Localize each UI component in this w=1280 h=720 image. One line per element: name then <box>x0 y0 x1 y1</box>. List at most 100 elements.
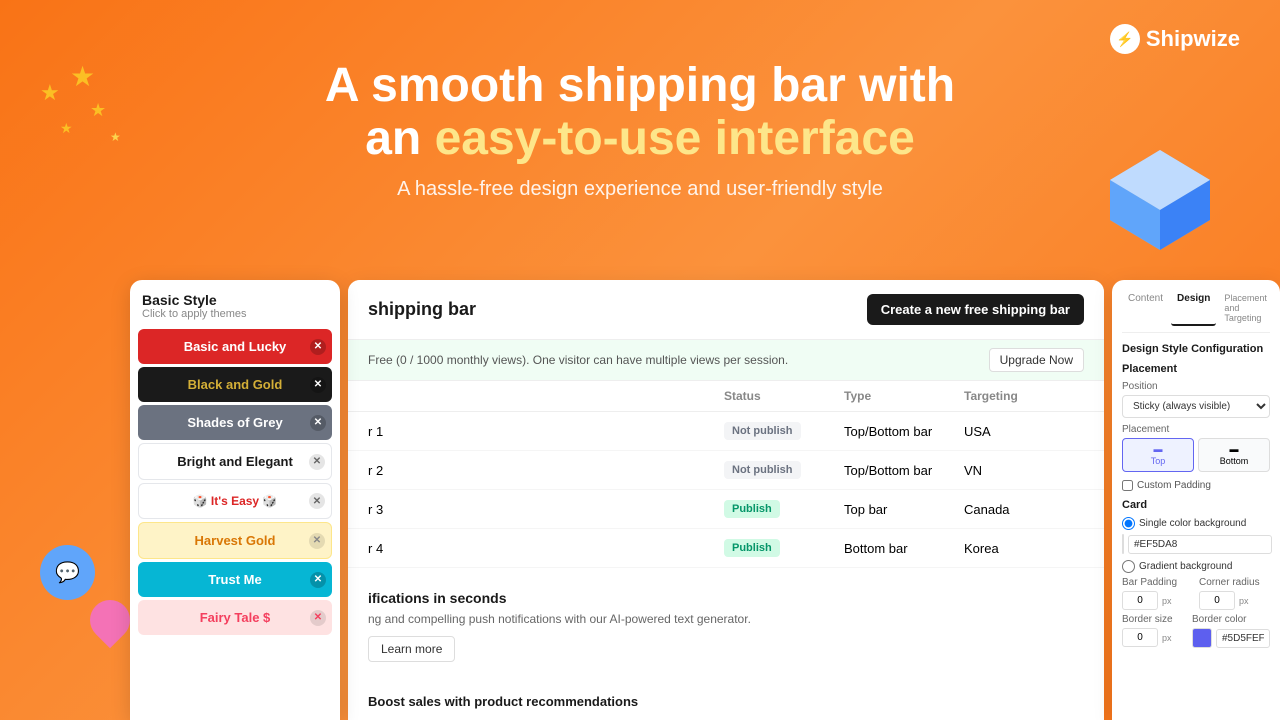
create-shipping-bar-button[interactable]: Create a new free shipping bar <box>867 294 1084 325</box>
theme-trust-me[interactable]: Trust Me ✕ <box>138 562 332 597</box>
color-hex-input[interactable] <box>1128 535 1272 554</box>
row4-status: Publish <box>724 539 844 557</box>
single-color-row: Single color background <box>1122 517 1270 530</box>
row2-type: Top/Bottom bar <box>844 463 964 478</box>
info-section: ifications in seconds ng and compelling … <box>348 576 1104 676</box>
theme-basic-lucky-label: Basic and Lucky <box>184 339 287 354</box>
row4-type: Bottom bar <box>844 541 964 556</box>
table-row[interactable]: r 4 Publish Bottom bar Korea <box>348 529 1104 568</box>
theme-fairy-tale[interactable]: Fairy Tale $ ✕ <box>138 600 332 635</box>
table-row[interactable]: r 3 Publish Top bar Canada <box>348 490 1104 529</box>
corner-radius-unit: px <box>1239 596 1249 606</box>
row2-status: Not publish <box>724 461 844 479</box>
custom-padding-checkbox[interactable] <box>1122 480 1133 491</box>
placement-top-button[interactable]: ▬ Top <box>1122 438 1194 472</box>
theme-shades-grey[interactable]: Shades of Grey ✕ <box>138 405 332 440</box>
bar-padding-label: Bar Padding <box>1122 577 1193 588</box>
placement-bottom-button[interactable]: ▬ Bottom <box>1198 438 1270 472</box>
hero-title-accent: easy-to-use interface <box>435 112 915 165</box>
row3-type: Top bar <box>844 502 964 517</box>
single-color-radio[interactable] <box>1122 517 1135 530</box>
theme-bright-elegant-close[interactable]: ✕ <box>309 454 325 470</box>
dashboard: shipping bar Create a new free shipping … <box>348 280 1104 720</box>
table-area: Status Type Targeting r 1 Not publish To… <box>348 381 1104 720</box>
tab-placement[interactable]: Placement and Targeting <box>1218 290 1273 326</box>
hero-subtitle: A hassle-free design experience and user… <box>290 178 990 201</box>
placement-buttons: ▬ Top ▬ Bottom <box>1122 438 1270 472</box>
theme-bright-elegant-label: Bright and Elegant <box>177 454 293 469</box>
boost-sales-title: Boost sales with product recommendations <box>368 694 638 709</box>
row2-name: r 2 <box>368 463 724 478</box>
row3-targeting: Canada <box>964 502 1084 517</box>
theme-basic-lucky-close[interactable]: ✕ <box>310 339 326 355</box>
border-color-swatch[interactable] <box>1192 628 1212 648</box>
gradient-row: Gradient background <box>1122 560 1270 573</box>
logo-text: Shipwize <box>1146 26 1240 52</box>
col-status: Status <box>724 389 844 403</box>
theme-trust-me-label: Trust Me <box>208 572 261 587</box>
single-color-picker-row <box>1122 534 1270 554</box>
position-label: Position <box>1122 381 1270 392</box>
info-text: ng and compelling push notifications wit… <box>368 612 1084 626</box>
logo-icon: ⚡ <box>1110 24 1140 54</box>
bar-padding-input[interactable] <box>1122 591 1158 610</box>
corner-radius-input-row: px <box>1199 591 1270 610</box>
tab-content[interactable]: Content <box>1122 290 1169 326</box>
border-color-label: Border color <box>1192 614 1270 625</box>
learn-more-button[interactable]: Learn more <box>368 636 455 662</box>
table-row[interactable]: r 1 Not publish Top/Bottom bar USA <box>348 412 1104 451</box>
theme-black-gold-close[interactable]: ✕ <box>310 377 326 393</box>
style-panel-subtitle: Click to apply themes <box>142 308 328 320</box>
theme-harvest-gold[interactable]: Harvest Gold ✕ <box>138 522 332 559</box>
custom-padding-row: Custom Padding <box>1122 480 1270 491</box>
ui-area: Basic Style Click to apply themes Basic … <box>130 280 1280 720</box>
theme-harvest-gold-close[interactable]: ✕ <box>309 533 325 549</box>
row3-name: r 3 <box>368 502 724 517</box>
tab-design[interactable]: Design <box>1171 290 1216 326</box>
border-color-input[interactable] <box>1216 629 1270 648</box>
border-size-input[interactable] <box>1122 628 1158 647</box>
theme-bright-elegant[interactable]: Bright and Elegant ✕ <box>138 443 332 480</box>
corner-radius-input[interactable] <box>1199 591 1235 610</box>
bar-padding-unit: px <box>1162 596 1172 606</box>
theme-its-easy-close[interactable]: ✕ <box>309 493 325 509</box>
border-size-unit: px <box>1162 633 1172 643</box>
theme-its-easy[interactable]: 🎲 It's Easy 🎲 ✕ <box>138 483 332 519</box>
col-type: Type <box>844 389 964 403</box>
border-size-group: Border size px <box>1122 614 1186 654</box>
row1-name: r 1 <box>368 424 724 439</box>
row1-status: Not publish <box>724 422 844 440</box>
hero-title-part2: an <box>365 112 434 165</box>
gradient-radio[interactable] <box>1122 560 1135 573</box>
border-section: Border size px Border color <box>1122 614 1270 654</box>
placement-section-title: Placement <box>1122 363 1270 375</box>
theme-shades-grey-close[interactable]: ✕ <box>310 415 326 431</box>
corner-radius-group: Corner radius px <box>1199 577 1270 614</box>
theme-trust-me-close[interactable]: ✕ <box>310 572 326 588</box>
theme-fairy-tale-close[interactable]: ✕ <box>310 610 326 626</box>
theme-harvest-gold-label: Harvest Gold <box>195 533 276 548</box>
style-panel-title: Basic Style <box>142 292 328 308</box>
free-notice-bar: Free (0 / 1000 monthly views). One visit… <box>348 340 1104 381</box>
info-title: ifications in seconds <box>368 590 1084 606</box>
row1-targeting: USA <box>964 424 1084 439</box>
design-config-title: Design Style Configuration <box>1122 343 1270 355</box>
table-row[interactable]: r 2 Not publish Top/Bottom bar VN <box>348 451 1104 490</box>
style-panel-header: Basic Style Click to apply themes <box>130 292 340 326</box>
single-color-label: Single color background <box>1139 518 1246 529</box>
theme-black-gold-label: Black and Gold <box>188 377 283 392</box>
padding-radius-section: Bar Padding px Corner radius px <box>1122 577 1270 614</box>
bar-padding-group: Bar Padding px <box>1122 577 1193 614</box>
border-size-label: Border size <box>1122 614 1186 625</box>
panel-tabs: Content Design Placement and Targeting <box>1122 290 1270 333</box>
upgrade-button[interactable]: Upgrade Now <box>989 348 1084 372</box>
dashboard-title-text: shipping bar <box>368 299 476 319</box>
position-select[interactable]: Sticky (always visible) <box>1122 395 1270 418</box>
theme-black-gold[interactable]: Black and Gold ✕ <box>138 367 332 402</box>
style-panel: Basic Style Click to apply themes Basic … <box>130 280 340 720</box>
theme-basic-lucky[interactable]: Basic and Lucky ✕ <box>138 329 332 364</box>
border-size-input-row: px <box>1122 628 1186 647</box>
color-swatch-pink[interactable] <box>1122 534 1124 554</box>
row4-name: r 4 <box>368 541 724 556</box>
border-color-group: Border color <box>1192 614 1270 654</box>
